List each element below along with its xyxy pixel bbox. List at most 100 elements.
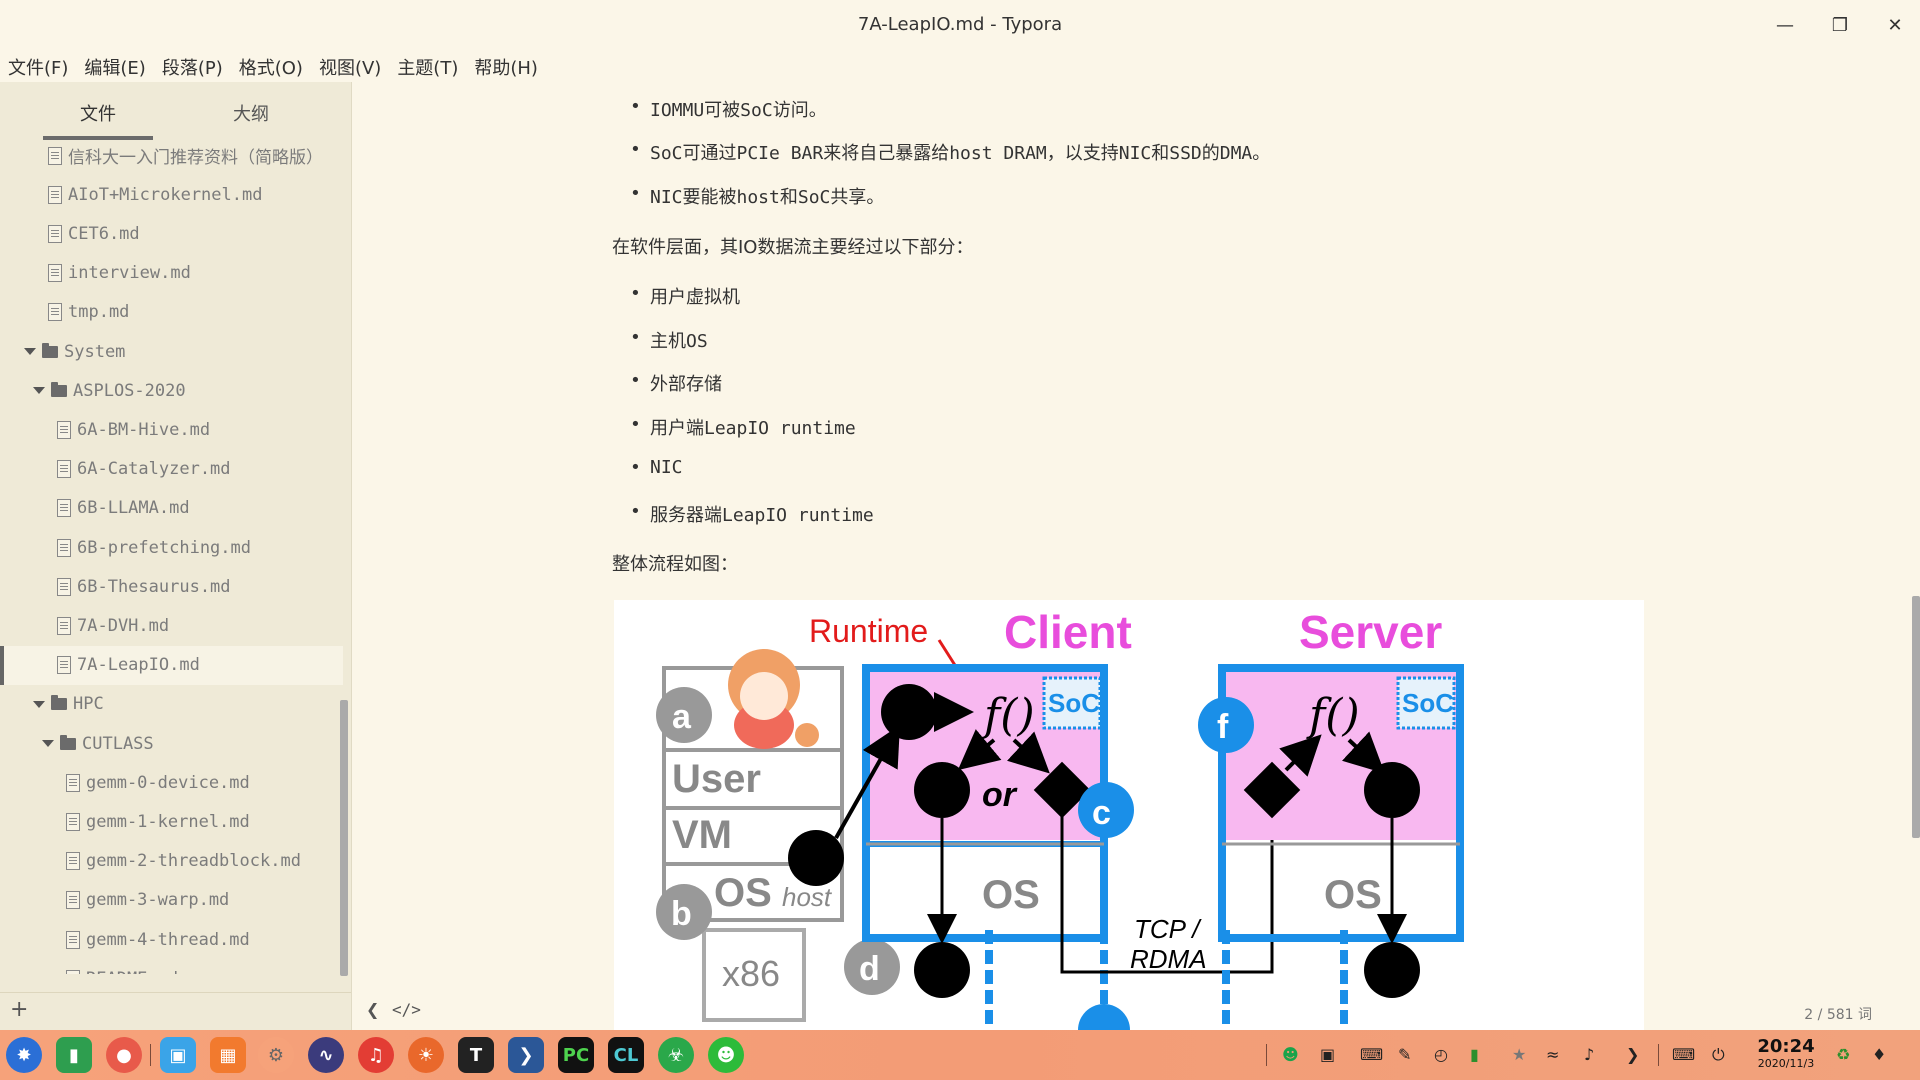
pycharm-icon[interactable]: PC — [558, 1037, 594, 1073]
file-item[interactable]: gemm-4-thread.md — [0, 920, 343, 959]
file-item[interactable]: CET6.md — [0, 214, 343, 253]
file-item[interactable]: tmp.md — [0, 293, 343, 332]
input-method-icon[interactable]: ⌨ — [1672, 1045, 1695, 1064]
clion-icon[interactable]: CL — [608, 1037, 644, 1073]
file-item[interactable]: AIoT+Microkernel.md — [0, 175, 343, 214]
folder-item[interactable]: System — [0, 332, 343, 371]
tree-item-label: 7A-LeapIO.md — [77, 655, 200, 676]
deepin-launcher-icon[interactable]: ✸ — [6, 1037, 42, 1073]
menu-format[interactable]: 格式(O) — [231, 50, 311, 80]
clock-tray-icon[interactable]: ◴ — [1434, 1045, 1448, 1064]
file-icon — [57, 420, 71, 439]
close-button[interactable]: ✕ — [1875, 10, 1915, 40]
editor-scrollbar[interactable] — [1912, 596, 1920, 838]
file-item[interactable]: 6A-BM-Hive.md — [0, 410, 343, 449]
notification-bell-icon[interactable]: ♦ — [1872, 1045, 1886, 1064]
file-item[interactable]: gemm-2-threadblock.md — [0, 842, 343, 881]
file-icon — [48, 264, 62, 283]
source-code-toggle[interactable]: </> — [392, 1000, 421, 1019]
menu-edit[interactable]: 编辑(E) — [76, 50, 153, 80]
taskbar: ✸ ▮ ● ▣ ▦ ⚙ ∿ ♫ ☀ T ❯ PC CL ☣ ☻ ☻ ▣ ⌨ ✎ … — [0, 1030, 1920, 1080]
folder-item[interactable]: HPC — [0, 685, 343, 724]
vm-label: VM — [672, 813, 732, 857]
chevron-down-icon[interactable] — [33, 700, 45, 708]
vscode-icon[interactable]: ❯ — [508, 1037, 544, 1073]
file-item[interactable]: interview.md — [0, 254, 343, 293]
file-item[interactable]: 7A-DVH.md — [0, 606, 343, 645]
sidebar-scrollbar[interactable] — [340, 700, 348, 976]
file-item[interactable]: 6A-Catalyzer.md — [0, 450, 343, 489]
tree-item-label: interview.md — [68, 263, 191, 284]
wifi-icon[interactable]: ≈ — [1546, 1045, 1559, 1064]
file-icon — [57, 460, 71, 479]
gitkraken-icon[interactable]: ☣ — [658, 1037, 694, 1073]
leapio-diagram: Runtime Client Server User VM OS host x8… — [656, 606, 1464, 1030]
chevron-down-icon[interactable] — [24, 348, 36, 355]
client-function-label: f() — [981, 690, 1035, 741]
bluetooth-icon[interactable]: ★ — [1512, 1045, 1526, 1064]
screen-recorder-icon[interactable]: ● — [106, 1037, 142, 1073]
server-ssd-node — [1364, 942, 1420, 998]
typora-icon[interactable]: T — [458, 1037, 494, 1073]
menu-view[interactable]: 视图(V) — [311, 50, 389, 80]
menu-paragraph[interactable]: 段落(P) — [154, 50, 231, 80]
settings-icon[interactable]: ⚙ — [258, 1037, 294, 1073]
file-item[interactable]: 6B-Thesaurus.md — [0, 567, 343, 606]
runtime-label: Runtime — [809, 613, 928, 649]
editor[interactable]: IOMMU可被SoC访问。 SoC可通过PCIe BAR来将自己暴露给host … — [352, 82, 1920, 1030]
menu-theme[interactable]: 主题(T) — [389, 50, 466, 80]
keyboard-tray-icon[interactable]: ⌨ — [1360, 1045, 1383, 1064]
file-item[interactable]: gemm-1-kernel.md — [0, 802, 343, 841]
trash-icon[interactable]: ♻ — [1836, 1045, 1850, 1064]
system-monitor-icon[interactable]: ∿ — [308, 1037, 344, 1073]
list-item: 用户虚拟机 — [630, 283, 740, 309]
tree-item-label: gemm-2-threadblock.md — [86, 851, 301, 872]
file-icon — [66, 930, 80, 949]
power-icon[interactable]: ⏻ — [1712, 1045, 1725, 1065]
chevron-down-icon[interactable] — [42, 740, 54, 747]
volume-icon[interactable]: ♪ — [1584, 1045, 1594, 1064]
restore-button[interactable]: ❐ — [1820, 10, 1860, 40]
file-item[interactable]: 信科大一入门推荐资料（简略版） — [0, 142, 343, 175]
add-file-button[interactable]: + — [10, 997, 28, 1022]
image-tray-icon[interactable]: ▣ — [1320, 1045, 1335, 1064]
app-store-icon[interactable]: ▦ — [210, 1037, 246, 1073]
wechat-icon[interactable]: ☻ — [708, 1037, 744, 1073]
tree-item-label: gemm-3-warp.md — [86, 890, 230, 911]
file-item[interactable]: 6B-prefetching.md — [0, 528, 343, 567]
tab-outline[interactable]: 大纲 — [196, 100, 306, 126]
file-item[interactable]: 6B-LLAMA.md — [0, 489, 343, 528]
chevron-right-icon[interactable]: ❯ — [1626, 1045, 1639, 1064]
file-icon — [66, 852, 80, 871]
menu-file[interactable]: 文件(F) — [0, 50, 76, 80]
minimize-button[interactable]: — — [1765, 10, 1805, 40]
file-item[interactable]: gemm-0-device.md — [0, 763, 343, 802]
firefox-icon[interactable]: ☀ — [408, 1037, 444, 1073]
tree-item-label: CUTLASS — [82, 733, 154, 754]
folder-item[interactable]: CUTLASS — [0, 724, 343, 763]
clock[interactable]: 20:24 2020/11/3 — [1750, 1036, 1822, 1070]
clipboard-tray-icon[interactable]: ✎ — [1398, 1045, 1411, 1064]
file-item[interactable]: 7A-LeapIO.md — [0, 645, 343, 685]
folder-item[interactable]: ASPLOS-2020 — [0, 371, 343, 410]
tree-item-label: gemm-1-kernel.md — [86, 811, 250, 832]
file-manager-icon[interactable]: ▣ — [160, 1037, 196, 1073]
list-item: IOMMU可被SoC访问。 — [630, 96, 827, 122]
menu-help[interactable]: 帮助(H) — [466, 50, 546, 80]
battery-icon[interactable]: ▮ — [1470, 1045, 1479, 1064]
word-count[interactable]: 2 / 581 词 — [1804, 1004, 1872, 1024]
file-item[interactable]: README.md — [0, 959, 343, 974]
file-icon — [57, 577, 71, 596]
svg-text:SoC: SoC — [1402, 688, 1454, 718]
tree-item-label: AIoT+Microkernel.md — [68, 184, 263, 205]
wechat-tray-icon[interactable]: ☻ — [1282, 1045, 1299, 1064]
file-item[interactable]: gemm-3-warp.md — [0, 881, 343, 920]
file-icon — [66, 773, 80, 792]
terminal-icon[interactable]: ▮ — [56, 1037, 92, 1073]
chevron-down-icon[interactable] — [33, 387, 45, 395]
tab-files[interactable]: 文件 — [43, 100, 153, 126]
clock-time: 20:24 — [1757, 1036, 1815, 1057]
file-icon — [66, 969, 80, 974]
netease-music-icon[interactable]: ♫ — [358, 1037, 394, 1073]
chevron-left-icon[interactable]: ❮ — [366, 1000, 379, 1019]
